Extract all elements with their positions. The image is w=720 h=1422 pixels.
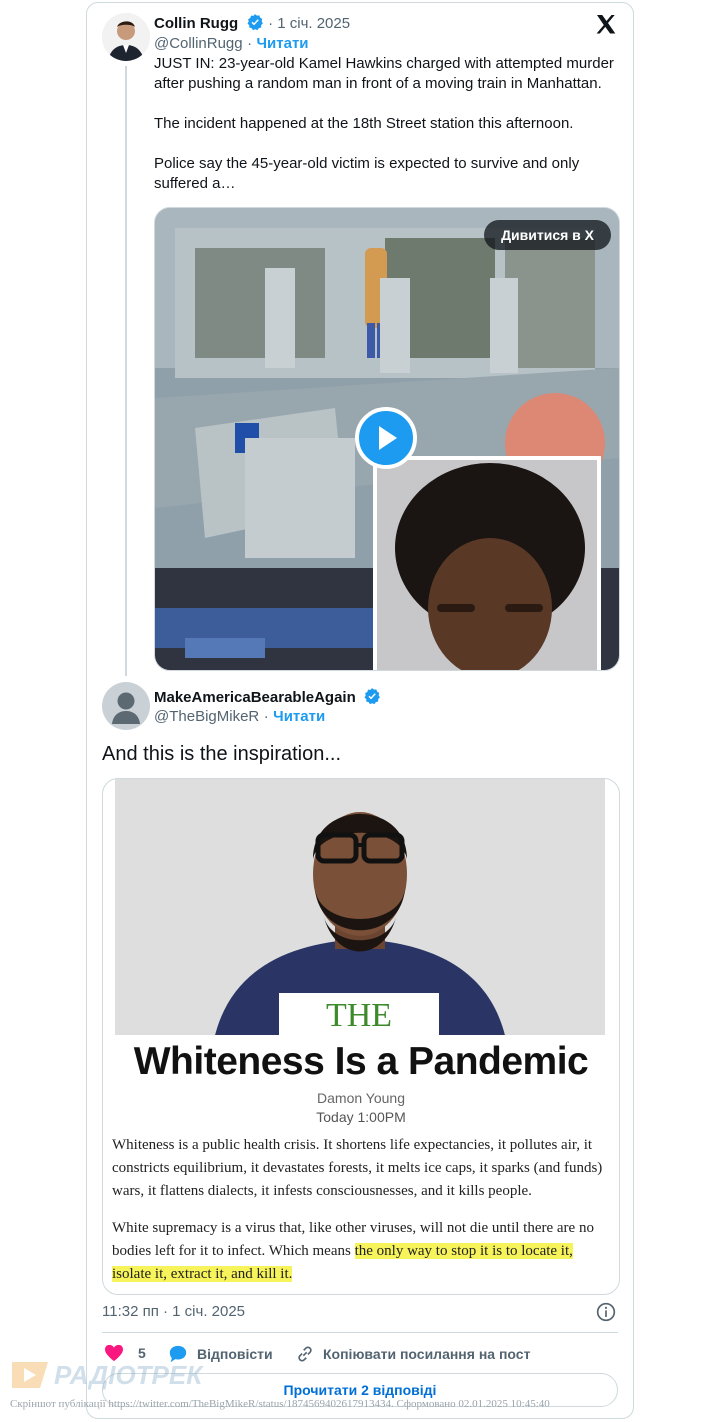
play-button[interactable]: [355, 407, 417, 469]
main-post-image[interactable]: THE ROOT Whiteness Is a Pandemic Damon Y…: [102, 778, 620, 1295]
post-timestamp[interactable]: 11:32 пп · 1 січ. 2025: [102, 1303, 245, 1320]
main-author-avatar[interactable]: [102, 682, 150, 730]
article-paragraph-2: White supremacy is a virus that, like ot…: [112, 1217, 612, 1286]
article-headline: Whiteness Is a Pandemic: [133, 1040, 589, 1083]
watermark-text: РАДІОТРЕК: [54, 1359, 203, 1390]
copy-link-label: Копіювати посилання на пост: [323, 1346, 531, 1362]
quoted-author-row: Collin Rugg · 1 січ. 2025: [154, 13, 350, 33]
separator: ·: [263, 708, 269, 725]
quoted-post-text: JUST IN: 23-year-old Kamel Hawkins charg…: [154, 55, 614, 192]
divider: [102, 1332, 618, 1333]
screenshot-caption: Скріншот публікації https://twitter.com/…: [10, 1398, 550, 1410]
x-logo-icon[interactable]: [594, 13, 618, 37]
verified-badge-icon: [247, 14, 263, 31]
article-time: Today 1:00PM: [316, 1109, 406, 1125]
thread-line: [125, 66, 127, 676]
quoted-handle-row: @CollinRugg · Читати: [154, 35, 309, 53]
main-post-text: And this is the inspiration...: [102, 743, 342, 765]
copy-link-button[interactable]: Копіювати посилання на пост: [295, 1344, 530, 1364]
link-icon: [298, 1346, 312, 1362]
quoted-video[interactable]: Дивитися в X: [154, 207, 620, 671]
quoted-handle[interactable]: @CollinRugg: [154, 35, 243, 52]
main-follow-link[interactable]: Читати: [273, 708, 325, 725]
quoted-post-date[interactable]: · 1 січ. 2025: [268, 15, 350, 32]
radiotrek-watermark: РАДІОТРЕК: [10, 1358, 202, 1392]
reply-label: Відповісти: [197, 1346, 273, 1362]
play-icon: [379, 426, 397, 450]
separator: ·: [247, 35, 253, 52]
radiotrek-logo-icon: [12, 1362, 48, 1388]
collin-rugg-avatar[interactable]: [102, 13, 150, 61]
main-author-name[interactable]: MakeAmericaBearableAgain: [154, 689, 356, 706]
verified-badge-icon: [364, 688, 381, 705]
quoted-author-name[interactable]: Collin Rugg: [154, 15, 238, 32]
quoted-follow-link[interactable]: Читати: [257, 35, 309, 52]
the-root-logo: THE ROOT: [279, 993, 439, 1080]
info-icon[interactable]: [596, 1302, 616, 1322]
main-handle[interactable]: @TheBigMikeR: [154, 708, 259, 725]
watch-on-x-button[interactable]: Дивитися в X: [484, 220, 611, 250]
article-byline: Damon Young: [317, 1090, 405, 1106]
main-author-row: MakeAmericaBearableAgain: [154, 687, 381, 707]
main-handle-row: @TheBigMikeR · Читати: [154, 708, 325, 726]
article-paragraph-1: Whiteness is a public health crisis. It …: [112, 1137, 603, 1199]
